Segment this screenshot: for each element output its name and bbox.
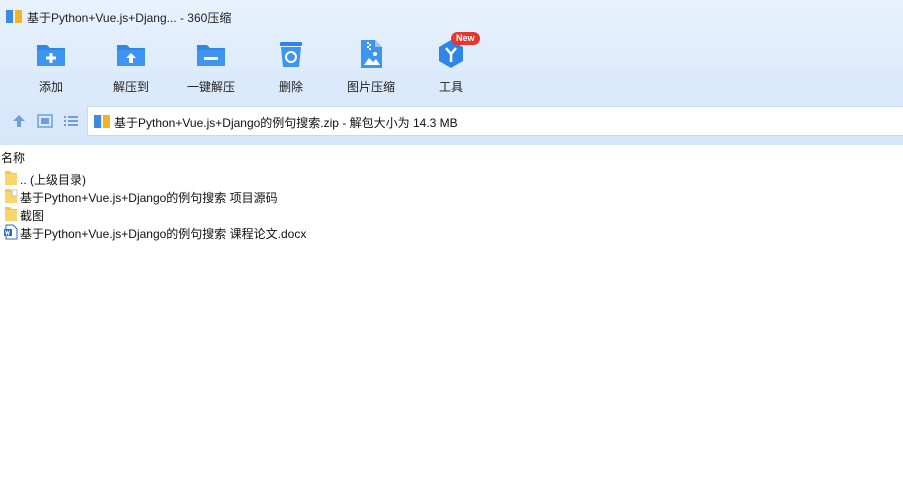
- tools-label: 工具: [438, 80, 463, 94]
- image-compress-button[interactable]: 图片压缩: [331, 38, 411, 98]
- path-text: 基于Python+Vue.js+Django的例句搜索.zip - 解包大小为 …: [114, 116, 458, 130]
- item-name: 基于Python+Vue.js+Django的例句搜索 项目源码: [20, 191, 278, 205]
- delete-icon: [280, 42, 302, 67]
- list-view-icon[interactable]: [62, 113, 80, 129]
- folder-icon: [5, 207, 17, 221]
- window-title: 基于Python+Vue.js+Djang... - 360压缩: [27, 11, 232, 25]
- item-name: 截图: [20, 209, 45, 223]
- item-name: 基于Python+Vue.js+Django的例句搜索 课程论文.docx: [20, 227, 307, 241]
- archive-icon: [94, 115, 110, 128]
- extract-to-button[interactable]: 解压到: [91, 38, 171, 98]
- one-click-extract-icon: [197, 45, 225, 66]
- list-item[interactable]: .. (上级目录): [0, 169, 903, 187]
- item-name: .. (上级目录): [20, 173, 86, 187]
- column-header-name[interactable]: 名称: [0, 146, 903, 166]
- new-badge: New: [451, 32, 480, 45]
- thumbnail-view-icon[interactable]: [36, 113, 54, 129]
- add-label: 添加: [38, 80, 63, 94]
- up-arrow-icon[interactable]: [10, 113, 28, 129]
- word-doc-icon: [4, 224, 18, 240]
- image-compress-icon: [361, 40, 382, 68]
- delete-button[interactable]: 删除: [251, 38, 331, 98]
- extract-to-label: 解压到: [112, 80, 149, 94]
- list-item[interactable]: 基于Python+Vue.js+Django的例句搜索 课程论文.docx: [0, 223, 903, 241]
- title-bar: 基于Python+Vue.js+Djang... - 360压缩: [0, 0, 903, 32]
- tools-button[interactable]: New 工具: [411, 32, 491, 98]
- one-click-extract-label: 一键解压: [186, 80, 235, 94]
- folder-icon: [5, 171, 17, 185]
- extract-to-icon: [117, 45, 145, 66]
- path-bar[interactable]: 基于Python+Vue.js+Django的例句搜索.zip - 解包大小为 …: [87, 106, 903, 136]
- add-button[interactable]: 添加: [11, 38, 91, 98]
- list-item[interactable]: 截图: [0, 205, 903, 223]
- folder-doc-icon: [5, 189, 18, 203]
- archive-icon: [6, 10, 22, 23]
- delete-label: 删除: [278, 80, 303, 94]
- image-compress-label: 图片压缩: [346, 80, 395, 94]
- list-item[interactable]: 基于Python+Vue.js+Django的例句搜索 项目源码: [0, 187, 903, 205]
- one-click-extract-button[interactable]: 一键解压: [171, 38, 251, 98]
- column-header-label: 名称: [1, 151, 26, 165]
- add-icon: [37, 45, 65, 66]
